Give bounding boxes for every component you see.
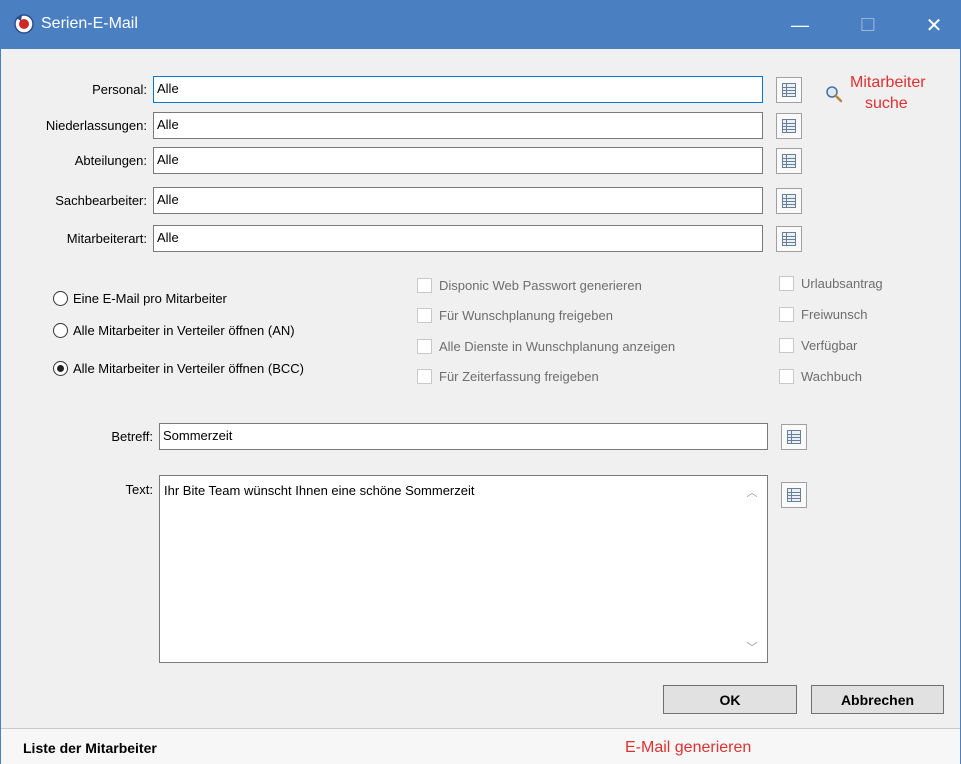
checkbox-label: Für Wunschplanung freigeben [439, 308, 613, 323]
radio-label: Alle Mitarbeiter in Verteiler öffnen (AN… [73, 323, 295, 338]
mitarbeiterart-label: Mitarbeiterart: [66, 231, 147, 246]
mitarbeiterart-picker-button[interactable] [776, 226, 802, 252]
grid-icon [782, 194, 796, 208]
radio-circle-checked[interactable] [53, 361, 68, 376]
app-logo-icon [14, 14, 34, 34]
sachbearbeiter-field[interactable]: Alle [153, 187, 763, 214]
checkbox-freiwunsch[interactable]: Freiwunsch [779, 307, 867, 322]
abbrechen-button[interactable]: Abbrechen [811, 685, 944, 714]
personal-field[interactable]: Alle [153, 76, 763, 103]
niederlassungen-label: Niederlassungen: [45, 118, 147, 133]
checkbox-label: Alle Dienste in Wunschplanung anzeigen [439, 339, 676, 354]
text-picker-button[interactable] [781, 482, 807, 508]
abteilungen-label: Abteilungen: [74, 153, 147, 168]
serien-email-dialog: Serien-E-Mail — ☐ ✕ Personal: Alle Niede… [0, 0, 961, 764]
radio-distribution-to[interactable]: Alle Mitarbeiter in Verteiler öffnen (AN… [53, 323, 295, 338]
scroll-up-icon[interactable]: ︿ [745, 484, 759, 499]
checkbox-wachbuch[interactable]: Wachbuch [779, 369, 862, 384]
status-bar: Liste der Mitarbeiter [1, 728, 960, 764]
abteilungen-picker-button[interactable] [776, 148, 802, 174]
radio-label: Eine E-Mail pro Mitarbeiter [73, 291, 227, 306]
checkbox-zeiterfassung[interactable]: Für Zeiterfassung freigeben [417, 369, 599, 384]
checkbox-label: Freiwunsch [801, 307, 868, 322]
checkbox-box[interactable] [779, 338, 794, 353]
grid-icon [782, 232, 796, 246]
personal-label: Personal: [92, 82, 147, 97]
checkbox-box[interactable] [417, 308, 432, 323]
radio-circle[interactable] [53, 323, 68, 338]
betreff-picker-button[interactable] [781, 424, 807, 450]
checkbox-urlaubsantrag[interactable]: Urlaubsantrag [779, 276, 883, 291]
mitarbeiterart-field[interactable]: Alle [153, 225, 763, 252]
checkbox-alle-dienste[interactable]: Alle Dienste in Wunschplanung anzeigen [417, 339, 675, 354]
grid-icon [787, 488, 801, 502]
betreff-field[interactable]: Sommerzeit [159, 423, 768, 450]
checkbox-label: Disponic Web Passwort generieren [439, 278, 642, 293]
status-text: Liste der Mitarbeiter [23, 740, 157, 756]
checkbox-box[interactable] [779, 369, 794, 384]
grid-icon [782, 154, 796, 168]
niederlassungen-picker-button[interactable] [776, 113, 802, 139]
betreff-label: Betreff: [111, 429, 153, 444]
checkbox-box[interactable] [417, 278, 432, 293]
radio-one-email-per-employee[interactable]: Eine E-Mail pro Mitarbeiter [53, 291, 227, 306]
radio-distribution-bcc[interactable]: Alle Mitarbeiter in Verteiler öffnen (BC… [53, 361, 304, 376]
abteilungen-field[interactable]: Alle [153, 147, 763, 174]
checkbox-web-password[interactable]: Disponic Web Passwort generieren [417, 278, 642, 293]
annotation-suche: suche [865, 95, 908, 112]
checkbox-verfuegbar[interactable]: Verfügbar [779, 338, 857, 353]
checkbox-box[interactable] [779, 276, 794, 291]
checkbox-box[interactable] [779, 307, 794, 322]
text-area[interactable]: Ihr Bite Team wünscht Ihnen eine schöne … [159, 475, 768, 663]
maximize-button[interactable]: ☐ [844, 1, 892, 49]
personal-picker-button[interactable] [776, 77, 802, 103]
annotation-mitarbeiter: Mitarbeiter [850, 74, 926, 91]
sachbearbeiter-label: Sachbearbeiter: [55, 193, 147, 208]
checkbox-label: Wachbuch [801, 369, 862, 384]
minimize-button[interactable]: — [776, 1, 824, 49]
grid-icon [782, 83, 796, 97]
search-icon[interactable] [825, 85, 843, 103]
radio-label: Alle Mitarbeiter in Verteiler öffnen (BC… [73, 361, 304, 376]
checkbox-box[interactable] [417, 339, 432, 354]
checkbox-label: Urlaubsantrag [801, 276, 883, 291]
niederlassungen-field[interactable]: Alle [153, 112, 763, 139]
title-bar[interactable]: Serien-E-Mail — ☐ ✕ [1, 1, 960, 49]
text-content: Ihr Bite Team wünscht Ihnen eine schöne … [164, 483, 475, 498]
ok-button[interactable]: OK [663, 685, 797, 714]
sachbearbeiter-picker-button[interactable] [776, 188, 802, 214]
checkbox-box[interactable] [417, 369, 432, 384]
annotation-email-generieren: E-Mail generieren [625, 739, 752, 756]
scroll-down-icon[interactable]: ﹀ [745, 639, 759, 654]
close-button[interactable]: ✕ [910, 1, 958, 49]
radio-circle[interactable] [53, 291, 68, 306]
checkbox-label: Für Zeiterfassung freigeben [439, 369, 599, 384]
window-title: Serien-E-Mail [41, 15, 138, 32]
grid-icon [782, 119, 796, 133]
grid-icon [787, 430, 801, 444]
text-label: Text: [125, 482, 153, 497]
checkbox-label: Verfügbar [801, 338, 858, 353]
checkbox-wunschplanung[interactable]: Für Wunschplanung freigeben [417, 308, 613, 323]
